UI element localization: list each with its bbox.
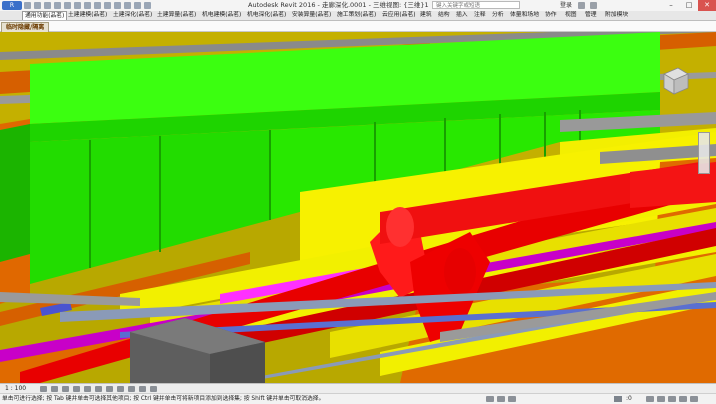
tab-collaborate[interactable]: 协作 — [545, 11, 557, 20]
show-crop-icon[interactable] — [106, 386, 113, 392]
analysis-model-icon[interactable] — [150, 386, 157, 392]
help-icon[interactable] — [590, 2, 597, 9]
main-model-icon[interactable] — [508, 396, 516, 402]
thin-lines-icon[interactable] — [124, 2, 131, 9]
quick-access-toolbar — [24, 1, 174, 10]
window-title: Autodesk Revit 2016 - 走廊深化.0001 - 三维视图: … — [248, 1, 429, 9]
ribbon-panel — [0, 21, 716, 32]
workset-icons — [486, 396, 516, 402]
title-bar: R Autodesk Revit 2016 - 走廊深化.0001 - 三维视图… — [0, 0, 716, 11]
tab-civil-detailing[interactable]: 土建深化(品茗) — [113, 11, 152, 20]
navigation-bar[interactable] — [698, 132, 710, 174]
maximize-button[interactable]: □ — [680, 0, 698, 11]
selection-count: :0 — [626, 395, 632, 402]
tab-view[interactable]: 视图 — [565, 11, 577, 20]
tab-insert[interactable]: 插入 — [456, 11, 468, 20]
login-button[interactable]: 登录 — [560, 0, 572, 11]
drag-elements-icon[interactable] — [690, 396, 698, 402]
tab-civil-quantity[interactable]: 土建算量(品茗) — [157, 11, 196, 20]
render-icon[interactable] — [84, 386, 91, 392]
tab-cloud-apps[interactable]: 云应用(品茗) — [382, 11, 416, 20]
help-icons — [578, 2, 597, 9]
3d-view-icon[interactable] — [104, 2, 111, 9]
tab-annotate[interactable]: 注释 — [474, 11, 486, 20]
viewcube-icon[interactable] — [656, 62, 692, 98]
tab-architecture[interactable]: 建筑 — [420, 11, 432, 20]
close-button[interactable]: ✕ — [698, 0, 716, 11]
tab-addins[interactable]: 附加模块 — [605, 11, 628, 20]
tab-analyze[interactable]: 分析 — [492, 11, 504, 20]
search-input[interactable]: 键入关键字或短语 — [432, 1, 520, 9]
tab-install-quantity[interactable]: 安装算量(品茗) — [292, 11, 331, 20]
sun-path-icon[interactable] — [62, 386, 69, 392]
reveal-hidden-icon[interactable] — [139, 386, 146, 392]
minimize-button[interactable]: – — [662, 0, 680, 11]
select-underlay-icon[interactable] — [657, 396, 665, 402]
tab-construction-planning[interactable]: 施工策划(品茗) — [337, 11, 376, 20]
model-view — [0, 32, 716, 383]
application-menu-button[interactable]: R — [2, 1, 22, 10]
dimension-icon[interactable] — [84, 2, 91, 9]
tab-civil-modeling[interactable]: 土建建模(品茗) — [68, 11, 107, 20]
selection-options-icons — [646, 396, 698, 402]
undo-icon[interactable] — [44, 2, 51, 9]
lock-view-icon[interactable] — [117, 386, 124, 392]
tab-mep-modeling[interactable]: 机电建模(品茗) — [202, 11, 241, 20]
tab-massing-site[interactable]: 体量和场地 — [510, 11, 539, 20]
shadows-icon[interactable] — [73, 386, 80, 392]
print-icon[interactable] — [64, 2, 71, 9]
tab-manage[interactable]: 管理 — [585, 11, 597, 20]
redo-icon[interactable] — [54, 2, 61, 9]
temp-hide-icon[interactable] — [128, 386, 135, 392]
window-controls: – □ ✕ — [662, 0, 716, 11]
close-hidden-icon[interactable] — [134, 2, 141, 9]
visual-style-icon[interactable] — [51, 386, 58, 392]
filter-icon[interactable] — [614, 396, 622, 402]
tab-structure[interactable]: 结构 — [438, 11, 450, 20]
ribbon-tabs: 通用功能(品茗) 土建建模(品茗) 土建深化(品茗) 土建算量(品茗) 机电建模… — [0, 11, 716, 21]
save-icon[interactable] — [34, 2, 41, 9]
select-pinned-icon[interactable] — [668, 396, 676, 402]
text-icon[interactable] — [94, 2, 101, 9]
switch-windows-icon[interactable] — [144, 2, 151, 9]
detail-level-icon[interactable] — [40, 386, 47, 392]
tab-general-pinming[interactable]: 通用功能(品茗) — [22, 11, 68, 20]
measure-icon[interactable] — [74, 2, 81, 9]
view-control-icons — [40, 386, 157, 392]
open-icon[interactable] — [24, 2, 31, 9]
design-options-icon[interactable] — [497, 396, 505, 402]
select-links-icon[interactable] — [646, 396, 654, 402]
exchange-apps-icon[interactable] — [578, 2, 585, 9]
select-by-face-icon[interactable] — [679, 396, 687, 402]
crop-view-icon[interactable] — [95, 386, 102, 392]
tab-mep-detailing[interactable]: 机电深化(品茗) — [247, 11, 286, 20]
worksets-icon[interactable] — [486, 396, 494, 402]
section-icon[interactable] — [114, 2, 121, 9]
status-bar: 单击可进行选择; 按 Tab 键并单击可选择其他项目; 按 Ctrl 键并单击可… — [0, 393, 716, 404]
3d-viewport[interactable] — [0, 32, 716, 383]
